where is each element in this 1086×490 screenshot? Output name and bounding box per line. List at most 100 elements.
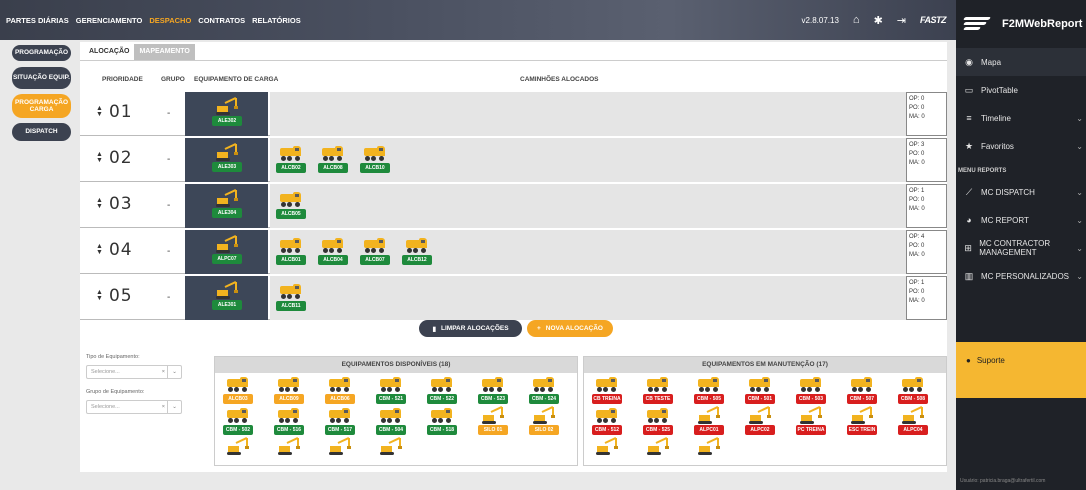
priority-arrows-icon[interactable]: ▲ ▼ xyxy=(96,105,103,118)
excavator-item[interactable]: SILO 01 xyxy=(476,406,510,438)
sidebar-item[interactable]: ⊞ MC CONTRACTOR MANAGEMENT ⌄ xyxy=(956,234,1086,262)
equipment-type-select[interactable]: Selecione... × ⌄ xyxy=(86,365,182,379)
loading-equipment-cell[interactable]: ALE304 xyxy=(185,184,268,228)
excavator-item[interactable] xyxy=(374,437,408,465)
clear-icon[interactable]: × xyxy=(162,401,165,413)
truck-item[interactable]: ALCB05 xyxy=(274,192,308,222)
truck-item[interactable]: CBM - 501 xyxy=(743,377,777,407)
truck-item[interactable]: CBM - 518 xyxy=(425,408,459,438)
excavator-item[interactable]: ALE303 xyxy=(210,143,244,175)
excavator-item[interactable]: ESC TREIN xyxy=(845,406,879,438)
truck-item[interactable]: CBM - 508 xyxy=(896,377,930,407)
chevron-down-icon[interactable]: ⌄ xyxy=(167,401,181,413)
truck-item[interactable]: CBM - 522 xyxy=(425,377,459,407)
clear-allocations-button[interactable]: ▮ LIMPAR ALOCAÇÕES xyxy=(419,320,522,337)
excavator-item[interactable] xyxy=(221,437,255,465)
excavator-item[interactable] xyxy=(641,437,675,465)
truck-item[interactable]: ALCB01 xyxy=(274,238,308,268)
left-menu-item[interactable]: SITUAÇÃO EQUIP. xyxy=(12,67,71,89)
truck-item[interactable]: CBM - 504 xyxy=(374,408,408,438)
sidebar-item[interactable]: ≡ Timeline ⌄ xyxy=(956,104,1086,132)
truck-item[interactable]: ALCB07 xyxy=(358,238,392,268)
allocated-trucks-cell[interactable]: ALCB01 ALCB04 ALCB07 ALCB12 xyxy=(270,230,906,274)
equipment-group-select[interactable]: Selecione... × ⌄ xyxy=(86,400,182,414)
truck-item[interactable]: ALCB09 xyxy=(272,377,306,407)
brand-name: F2MWebReport xyxy=(1002,18,1083,30)
header-priority: PRIORIDADE xyxy=(102,76,143,83)
truck-item[interactable]: ALCB04 xyxy=(316,238,350,268)
truck-item[interactable]: ALCB08 xyxy=(316,146,350,176)
sidebar-item[interactable]: ⟋ MC DISPATCH ⌄ xyxy=(956,178,1086,206)
truck-item[interactable]: CBM - 507 xyxy=(845,377,879,407)
support-button[interactable]: ● Suporte xyxy=(956,342,1086,398)
top-nav-item[interactable]: CONTRATOS xyxy=(198,16,245,25)
top-nav-item[interactable]: DESPACHO xyxy=(149,16,191,25)
truck-item[interactable]: CBM - 502 xyxy=(221,408,255,438)
truck-item[interactable]: CBM - 503 xyxy=(794,377,828,407)
loading-equipment-cell[interactable]: ALE303 xyxy=(185,138,268,182)
loading-equipment-cell[interactable]: ALE302 xyxy=(185,92,268,136)
excavator-item[interactable]: ALE302 xyxy=(210,97,244,129)
excavator-item[interactable]: ALPC04 xyxy=(896,406,930,438)
top-nav-item[interactable]: GERENCIAMENTO xyxy=(76,16,143,25)
truck-item[interactable]: ALCB02 xyxy=(274,146,308,176)
priority-arrows-icon[interactable]: ▲ ▼ xyxy=(96,289,103,302)
allocated-trucks-cell[interactable]: ALCB02 ALCB08 ALCB10 xyxy=(270,138,906,182)
truck-item[interactable]: ALCB03 xyxy=(221,377,255,407)
loading-equipment-cell[interactable]: ALPC07 xyxy=(185,230,268,274)
sidebar-item[interactable]: ★ Favoritos ⌄ xyxy=(956,132,1086,160)
left-menu-item[interactable]: PROGRAMAÇÃO CARGA xyxy=(12,94,71,118)
sidebar-item[interactable]: ◕ MC REPORT ⌄ xyxy=(956,206,1086,234)
top-nav-item[interactable]: RELATÓRIOS xyxy=(252,16,301,25)
new-allocation-button[interactable]: + NOVA ALOCAÇÃO xyxy=(527,320,613,337)
truck-item[interactable]: CBM - 525 xyxy=(641,408,675,438)
chevron-down-icon[interactable]: ⌄ xyxy=(167,366,181,378)
truck-item[interactable]: ALCB12 xyxy=(400,238,434,268)
truck-item[interactable]: ALCB10 xyxy=(358,146,392,176)
excavator-icon xyxy=(851,406,873,424)
left-menu-item[interactable]: DISPATCH xyxy=(12,123,71,141)
tab-mapping[interactable]: MAPEAMENTO xyxy=(134,44,195,60)
truck-item[interactable]: CBM - 505 xyxy=(692,377,726,407)
logout-icon[interactable]: ⇥ xyxy=(897,14,906,27)
truck-item[interactable]: CBM - 521 xyxy=(374,377,408,407)
sidebar-item[interactable]: ▥ MC PERSONALIZADOS ⌄ xyxy=(956,262,1086,290)
truck-item[interactable]: CBM - 523 xyxy=(476,377,510,407)
priority-arrows-icon[interactable]: ▲ ▼ xyxy=(96,151,103,164)
excavator-item[interactable] xyxy=(323,437,357,465)
sidebar-item-label: Mapa xyxy=(981,57,1002,67)
priority-arrows-icon[interactable]: ▲ ▼ xyxy=(96,197,103,210)
excavator-item[interactable]: ALPC01 xyxy=(692,406,726,438)
top-nav-item[interactable]: PARTES DIÁRIAS xyxy=(6,16,69,25)
home-icon[interactable]: ⌂ xyxy=(853,14,860,26)
truck-item[interactable]: CBM - 516 xyxy=(272,408,306,438)
truck-item[interactable]: CB TREINA xyxy=(590,377,624,407)
allocated-trucks-cell[interactable]: ALCB05 xyxy=(270,184,906,228)
excavator-item[interactable]: ALPC07 xyxy=(210,235,244,267)
truck-item[interactable]: CBM - 512 xyxy=(590,408,624,438)
left-menu-item[interactable]: PROGRAMAÇÃO xyxy=(12,45,71,61)
gear-icon[interactable]: ✱ xyxy=(874,14,883,27)
loading-equipment-cell[interactable]: ALE301 xyxy=(185,276,268,320)
excavator-item[interactable]: SILO 02 xyxy=(527,406,561,438)
excavator-item[interactable]: ALPC02 xyxy=(743,406,777,438)
truck-item[interactable]: CB TESTE xyxy=(641,377,675,407)
excavator-item[interactable] xyxy=(692,437,726,465)
excavator-item[interactable]: ALE301 xyxy=(210,281,244,313)
clear-icon[interactable]: × xyxy=(162,366,165,378)
excavator-item[interactable] xyxy=(590,437,624,465)
excavator-item[interactable]: ALE304 xyxy=(210,189,244,221)
sidebar-item[interactable]: ◉ Mapa xyxy=(956,48,1086,76)
sidebar-item[interactable]: ▭ PivotTable xyxy=(956,76,1086,104)
excavator-item[interactable]: PC TREINA xyxy=(794,406,828,438)
truck-item[interactable]: CBM - 517 xyxy=(323,408,357,438)
allocated-trucks-cell[interactable]: ALCB11 xyxy=(270,276,906,320)
excavator-item[interactable] xyxy=(272,437,306,465)
truck-item[interactable]: ALCB11 xyxy=(274,284,308,314)
truck-item[interactable]: ALCB06 xyxy=(323,377,357,407)
tab-allocation[interactable]: ALOCAÇÃO xyxy=(84,44,135,60)
priority-arrows-icon[interactable]: ▲ ▼ xyxy=(96,243,103,256)
truck-item[interactable]: CBM - 524 xyxy=(527,377,561,407)
tab-divider xyxy=(80,60,947,61)
allocated-trucks-cell[interactable] xyxy=(270,92,906,136)
